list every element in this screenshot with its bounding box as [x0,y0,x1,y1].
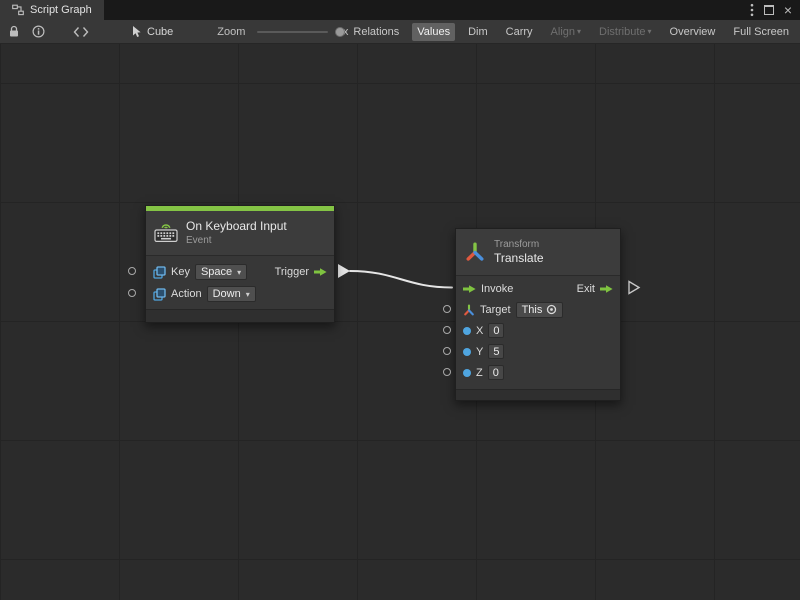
key-label: Key [171,266,190,278]
input-port-target[interactable] [443,305,451,313]
wire-start-arrow[interactable] [338,264,350,278]
y-label: Y [476,346,483,358]
exit-output-port[interactable] [600,284,613,294]
z-port-dot[interactable] [463,369,471,377]
node-title: On Keyboard Input [186,219,287,235]
node-header[interactable]: Transform Translate [456,229,620,276]
node-body: Key Space ▾ Trigger Ac [146,256,334,309]
keyboard-icon [154,223,178,243]
info-icon[interactable] [32,25,45,38]
trigger-label: Trigger [275,266,309,278]
invoke-input-port[interactable] [463,284,476,294]
field-icon [153,266,166,279]
input-port-x[interactable] [443,326,451,334]
node-footer [456,389,620,400]
y-value-field[interactable]: 5 [488,344,504,359]
code-inspector-icon[interactable] [73,26,89,38]
target-picker-icon [546,304,557,315]
tab-script-graph[interactable]: Script Graph [0,0,104,20]
align-label: Align [551,26,575,38]
zoom-label: Zoom [217,26,245,38]
x-port-dot[interactable] [463,327,471,335]
object-name: Cube [147,26,173,38]
values-button[interactable]: Values [412,23,455,41]
tab-title: Script Graph [30,4,92,16]
node-translate[interactable]: Transform Translate Invoke Exit [455,228,621,401]
overview-button[interactable]: Overview [665,23,721,41]
x-value-field[interactable]: 0 [488,323,504,338]
transform-icon [464,241,486,263]
action-label: Action [171,288,202,300]
script-graph-icon [12,4,24,16]
input-port-action[interactable] [128,289,136,297]
action-row: Action Down ▾ [146,283,334,305]
field-icon [153,288,166,301]
y-port-dot[interactable] [463,348,471,356]
zoom-slider[interactable] [257,31,327,33]
invoke-label: Invoke [481,283,513,295]
dim-button[interactable]: Dim [463,23,493,41]
key-dropdown-value: Space [201,266,232,278]
graph-canvas[interactable]: On Keyboard Input Event Key Space ▾ [0,44,800,600]
input-port-key[interactable] [128,267,136,275]
chevron-down-icon: ▾ [648,27,652,36]
key-dropdown[interactable]: Space ▾ [195,264,247,280]
node-category: Transform [494,238,544,251]
node-title: Translate [494,251,544,267]
input-port-z[interactable] [443,368,451,376]
toolbar-button-group: Relations Values Dim Carry Align ▾ Distr… [348,23,794,41]
node-body: Invoke Exit Target This [456,276,620,389]
connection-layer [0,44,800,600]
close-icon[interactable]: × [784,3,792,17]
relations-button[interactable]: Relations [348,23,404,41]
align-dropdown-button[interactable]: Align ▾ [546,23,586,41]
maximize-icon[interactable] [764,5,774,15]
title-bar: Script Graph × [0,0,800,20]
target-label: Target [480,304,511,316]
node-header[interactable]: On Keyboard Input Event [146,211,334,256]
target-row: Target This [456,299,620,320]
cursor-icon [131,25,142,38]
invoke-row: Invoke Exit [456,278,620,299]
transform-mini-icon [463,304,475,316]
chevron-down-icon: ▾ [237,268,241,277]
carry-button[interactable]: Carry [501,23,538,41]
window-controls: × [750,0,800,20]
trigger-output-port[interactable] [314,267,327,277]
connection-wire[interactable] [350,271,452,288]
node-on-keyboard-input[interactable]: On Keyboard Input Event Key Space ▾ [145,205,335,323]
action-dropdown[interactable]: Down ▾ [207,286,256,302]
key-row: Key Space ▾ Trigger [146,261,334,283]
exit-label: Exit [577,283,595,295]
full-screen-button[interactable]: Full Screen [728,23,794,41]
input-port-y[interactable] [443,347,451,355]
z-row: Z 0 [456,362,620,383]
action-dropdown-value: Down [213,288,241,300]
distribute-dropdown-button[interactable]: Distribute ▾ [594,23,656,41]
exit-continuation-arrow[interactable] [629,282,639,294]
x-row: X 0 [456,320,620,341]
node-footer [146,309,334,322]
node-subtitle: Event [186,234,287,247]
chevron-down-icon: ▾ [246,290,250,299]
distribute-label: Distribute [599,26,645,38]
graph-toolbar: Cube Zoom 1x Relations Values Dim Carry … [0,20,800,44]
z-label: Z [476,367,483,379]
x-label: X [476,325,483,337]
y-row: Y 5 [456,341,620,362]
zoom-slider-thumb[interactable] [335,27,345,37]
chevron-down-icon: ▾ [577,27,581,36]
selected-object[interactable]: Cube [131,25,173,38]
kebab-menu-icon[interactable] [750,3,754,17]
unity-script-graph-window: Script Graph × Cube Zoom [0,0,800,600]
lock-icon[interactable] [8,25,20,38]
target-value: This [522,304,543,316]
target-object-chip[interactable]: This [516,302,564,318]
z-value-field[interactable]: 0 [488,365,504,380]
